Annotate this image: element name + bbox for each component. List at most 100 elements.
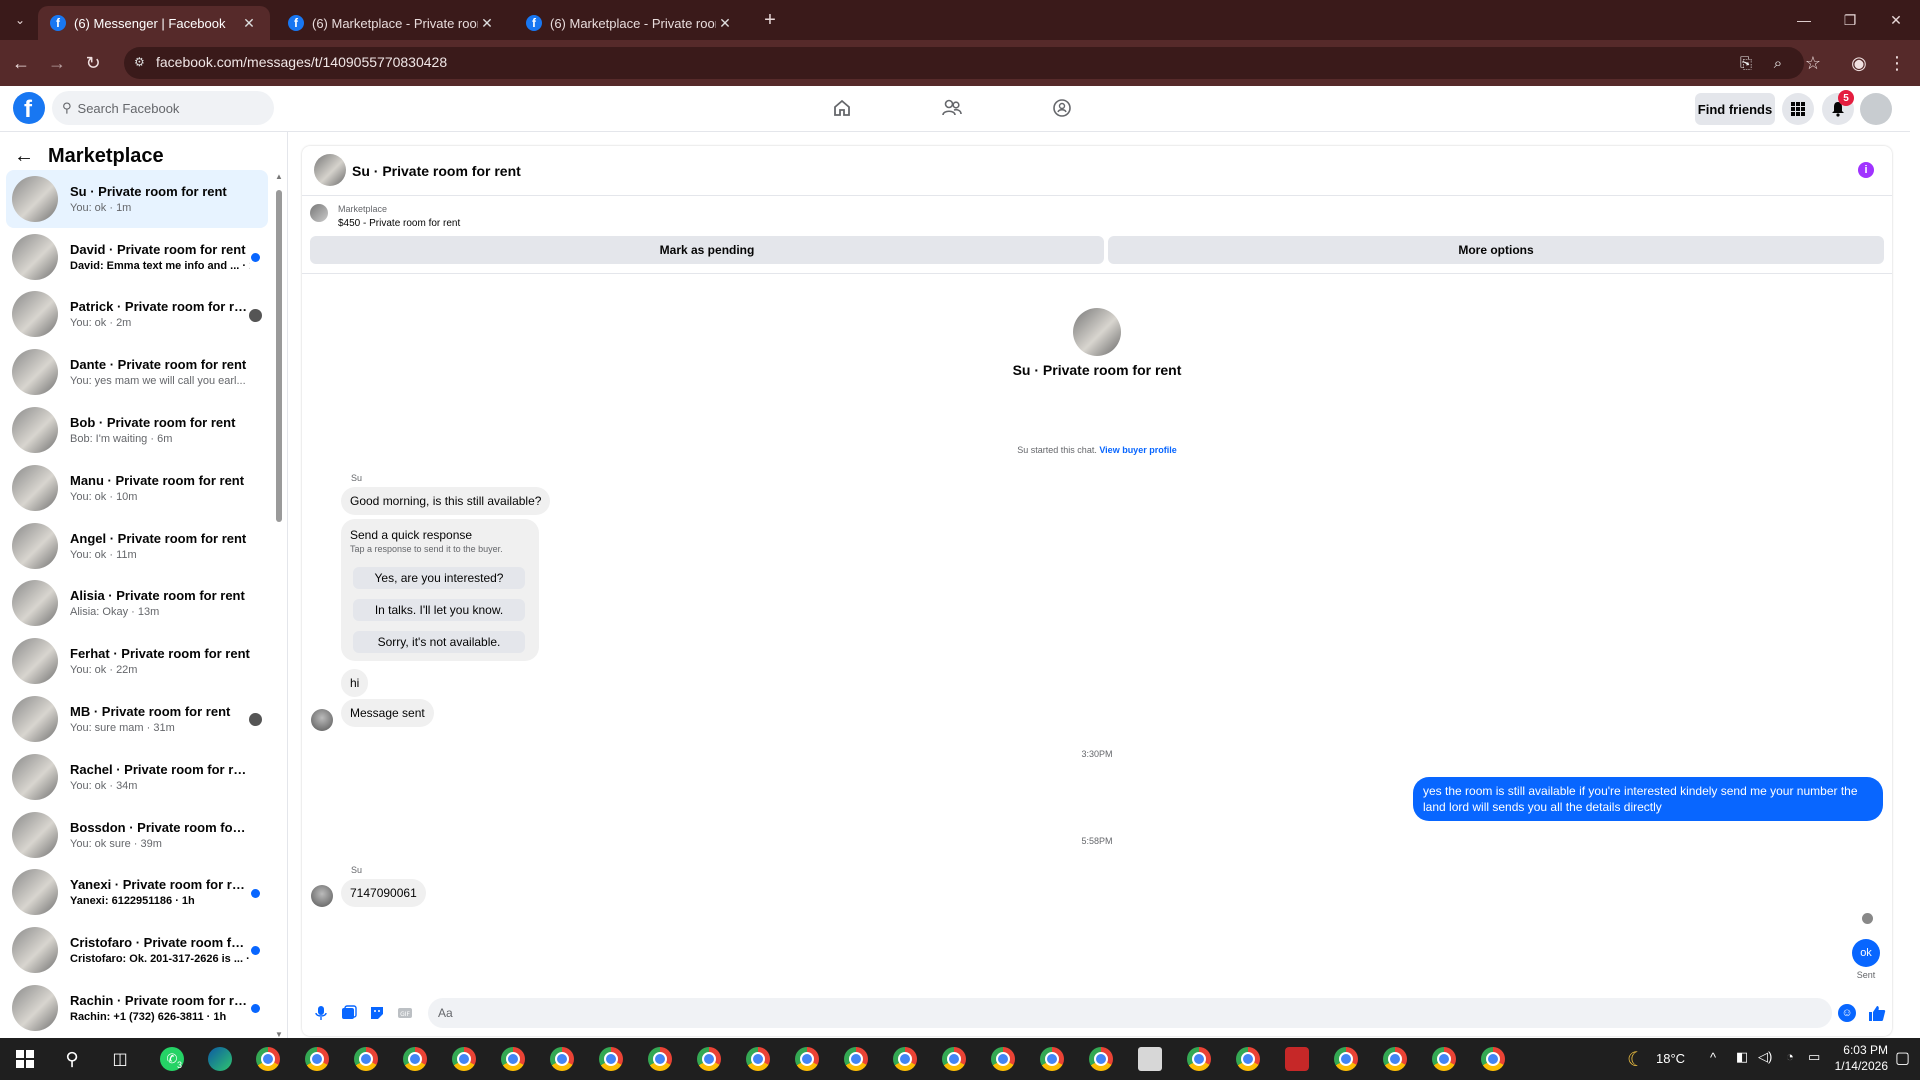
calculator-icon[interactable] bbox=[1138, 1047, 1162, 1071]
account-avatar[interactable] bbox=[1860, 93, 1892, 125]
chrome-icon[interactable] bbox=[305, 1047, 329, 1071]
incoming-message[interactable]: Message sent bbox=[341, 699, 434, 727]
conversation-item[interactable]: Patrick · Private room for rent You: ok ·… bbox=[6, 286, 268, 344]
incoming-message[interactable]: hi bbox=[341, 669, 369, 697]
facebook-logo-icon[interactable]: f bbox=[13, 92, 45, 124]
incoming-message[interactable]: Good morning, is this still available? bbox=[341, 487, 551, 515]
quick-response-in-talks[interactable]: In talks. I'll let you know. bbox=[353, 599, 525, 621]
conversation-item[interactable]: Angel · Private room for rent You: ok · 1… bbox=[6, 517, 268, 575]
chrome-icon[interactable] bbox=[403, 1047, 427, 1071]
tab-close-icon[interactable]: ✕ bbox=[240, 15, 258, 32]
conversation-item[interactable]: Rachel · Private room for rent You: ok · … bbox=[6, 748, 268, 806]
incoming-message[interactable]: 7147090061 bbox=[341, 879, 426, 907]
microphone-icon[interactable] bbox=[312, 1004, 330, 1022]
sticker-icon[interactable] bbox=[368, 1004, 386, 1022]
windows-start-icon[interactable] bbox=[13, 1047, 37, 1071]
conversation-item[interactable]: Bossdon · Private room for rent You: ok s… bbox=[6, 806, 268, 864]
chrome-icon[interactable] bbox=[1481, 1047, 1505, 1071]
outgoing-message[interactable]: yes the room is still available if you'r… bbox=[1413, 777, 1883, 821]
zoom-icon[interactable]: ⌕ bbox=[1768, 53, 1788, 73]
browser-tab-marketplace-2[interactable]: f (6) Marketplace - Private room ✕ bbox=[514, 6, 746, 40]
outgoing-message[interactable]: ok bbox=[1852, 939, 1880, 967]
friends-icon[interactable] bbox=[939, 95, 965, 121]
emoji-icon[interactable]: ☺ bbox=[1838, 1004, 1856, 1022]
conversation-item[interactable]: Su · Private room for rent You: ok · 1m bbox=[6, 170, 268, 228]
mark-as-pending-button[interactable]: Mark as pending bbox=[310, 236, 1104, 264]
sender-avatar[interactable] bbox=[311, 709, 333, 731]
camera-icon[interactable]: ◧ bbox=[1736, 1049, 1748, 1065]
conversation-item[interactable]: Cristofaro · Private room for r... Cristo… bbox=[6, 921, 268, 979]
address-bar[interactable]: ⚙ facebook.com/messages/t/14090557708304… bbox=[124, 47, 1804, 79]
chrome-icon[interactable] bbox=[1236, 1047, 1260, 1071]
message-input[interactable] bbox=[428, 998, 1832, 1028]
photo-icon[interactable] bbox=[340, 1004, 358, 1022]
chrome-icon[interactable] bbox=[648, 1047, 672, 1071]
scroll-thumb[interactable] bbox=[276, 190, 282, 522]
chrome-icon[interactable] bbox=[1383, 1047, 1407, 1071]
tab-close-icon[interactable]: ✕ bbox=[716, 15, 734, 32]
quick-response-not-available[interactable]: Sorry, it's not available. bbox=[353, 631, 525, 653]
facebook-search[interactable]: ⚲ bbox=[52, 91, 274, 125]
listing-title[interactable]: $450 - Private room for rent bbox=[338, 218, 460, 229]
sender-avatar[interactable] bbox=[311, 885, 333, 907]
sidebar-scrollbar[interactable]: ▲ ▼ bbox=[274, 172, 284, 1040]
chrome-icon[interactable] bbox=[501, 1047, 525, 1071]
search-input[interactable] bbox=[77, 100, 258, 116]
conversation-item[interactable]: Bob · Private room for rent Bob: I'm wait… bbox=[6, 401, 268, 459]
chrome-icon[interactable] bbox=[354, 1047, 378, 1071]
clock-date[interactable]: 1/14/2026 bbox=[1818, 1059, 1888, 1073]
quick-response-yes[interactable]: Yes, are you interested? bbox=[353, 567, 525, 589]
edge-icon[interactable] bbox=[208, 1047, 232, 1071]
chrome-icon[interactable] bbox=[697, 1047, 721, 1071]
wifi-icon[interactable]: ◔ bbox=[1786, 1049, 1794, 1064]
chrome-icon[interactable] bbox=[1334, 1047, 1358, 1071]
volume-icon[interactable]: ◁) bbox=[1758, 1049, 1772, 1065]
conversation-item[interactable]: Ferhat · Private room for rent You: ok · … bbox=[6, 632, 268, 690]
browser-profile-icon[interactable]: ◉ bbox=[1846, 50, 1872, 76]
minimize-icon[interactable]: — bbox=[1786, 8, 1822, 32]
listing-thumbnail[interactable] bbox=[310, 204, 328, 222]
find-friends-button[interactable]: Find friends bbox=[1695, 93, 1775, 125]
conversation-item[interactable]: Yanexi · Private room for rent Yanexi: 61… bbox=[6, 864, 268, 922]
browser-tab-marketplace-1[interactable]: f (6) Marketplace - Private room ✕ bbox=[276, 6, 508, 40]
chat-avatar[interactable] bbox=[314, 154, 346, 186]
menu-grid-icon[interactable] bbox=[1782, 93, 1814, 125]
task-view-icon[interactable]: ◫ bbox=[108, 1047, 132, 1071]
conversation-item[interactable]: Alisia · Private room for rent Alisia: Ok… bbox=[6, 575, 268, 633]
chrome-icon[interactable] bbox=[942, 1047, 966, 1071]
app-icon[interactable] bbox=[1285, 1047, 1309, 1071]
conversation-item[interactable]: MB · Private room for rent You: sure mam … bbox=[6, 690, 268, 748]
bookmark-star-icon[interactable]: ☆ bbox=[1800, 50, 1826, 76]
install-app-icon[interactable]: ⎘ bbox=[1736, 53, 1756, 73]
gif-icon[interactable]: GIF bbox=[396, 1004, 414, 1022]
reload-icon[interactable]: ↻ bbox=[80, 50, 106, 76]
view-buyer-profile-link[interactable]: View buyer profile bbox=[1099, 445, 1176, 455]
conversation-item[interactable]: Dante · Private room for rent You: yes ma… bbox=[6, 343, 268, 401]
chrome-icon[interactable] bbox=[795, 1047, 819, 1071]
back-arrow-icon[interactable]: ← bbox=[8, 50, 34, 76]
chrome-icon[interactable] bbox=[844, 1047, 868, 1071]
temperature[interactable]: 18°C bbox=[1656, 1051, 1685, 1066]
chrome-icon[interactable] bbox=[1040, 1047, 1064, 1071]
new-tab-plus-icon[interactable]: + bbox=[758, 8, 782, 32]
restore-icon[interactable]: ❐ bbox=[1832, 8, 1868, 32]
thumbs-up-icon[interactable] bbox=[1866, 1002, 1888, 1024]
conversation-info-icon[interactable]: i bbox=[1858, 162, 1874, 178]
conversation-item[interactable]: Rachin · Private room for rent Rachin: +1… bbox=[6, 979, 268, 1037]
chrome-icon[interactable] bbox=[1432, 1047, 1456, 1071]
chrome-icon[interactable] bbox=[256, 1047, 280, 1071]
chrome-icon[interactable] bbox=[1187, 1047, 1211, 1071]
chrome-icon[interactable] bbox=[991, 1047, 1015, 1071]
more-options-button[interactable]: More options bbox=[1108, 236, 1884, 264]
clock-time[interactable]: 6:03 PM bbox=[1818, 1043, 1888, 1057]
chrome-icon[interactable] bbox=[452, 1047, 476, 1071]
chrome-icon[interactable] bbox=[893, 1047, 917, 1071]
chrome-icon[interactable] bbox=[746, 1047, 770, 1071]
tab-close-icon[interactable]: ✕ bbox=[478, 15, 496, 32]
chrome-icon[interactable] bbox=[599, 1047, 623, 1071]
browser-menu-kebab-icon[interactable]: ⋮ bbox=[1884, 50, 1910, 76]
back-arrow-icon[interactable]: ← bbox=[14, 145, 34, 168]
conversation-item[interactable]: David · Private room for rent David: Emma… bbox=[6, 228, 268, 286]
home-icon[interactable] bbox=[829, 95, 855, 121]
chrome-icon[interactable] bbox=[550, 1047, 574, 1071]
